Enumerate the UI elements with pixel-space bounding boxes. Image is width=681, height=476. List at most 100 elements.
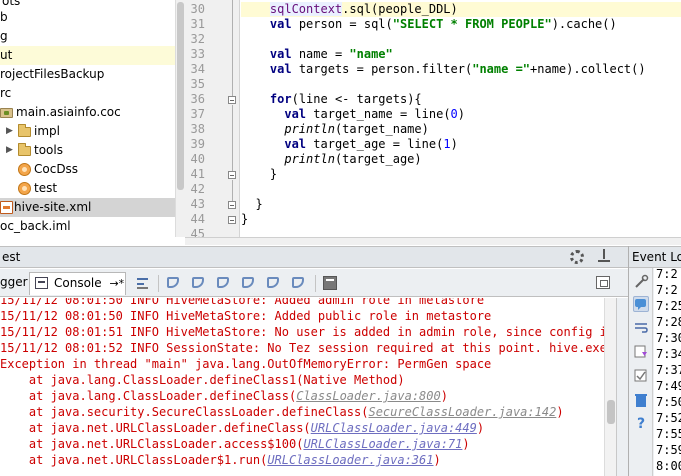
code-line[interactable]: println(target_age): [241, 152, 681, 167]
event-time[interactable]: 7:30: [656, 331, 681, 346]
tree-item[interactable]: g: [0, 27, 175, 46]
toolbar-separator: [315, 275, 316, 292]
step-into-icon[interactable]: [192, 277, 204, 288]
event-log-toolbar: ?: [629, 268, 653, 476]
tree-item-label: main.asiainfo.coc: [16, 105, 121, 119]
code-line[interactable]: val name = "name": [241, 47, 681, 62]
tree-item-cocdss[interactable]: CocDss: [0, 160, 175, 179]
console-line: 15/11/12 08:01:52 INFO SessionState: No …: [0, 341, 604, 355]
code-token: println: [284, 152, 335, 166]
force-step-into-icon[interactable]: [217, 277, 229, 288]
code-token: }: [255, 197, 263, 211]
stack-text: ): [433, 453, 441, 467]
console-scroll-thumb[interactable]: [607, 400, 615, 424]
stack-text: at java.lang.ClassLoader.defineClass(: [0, 389, 297, 403]
code-token: target_age = line(: [306, 137, 444, 151]
source-link[interactable]: URLClassLoader.java:361: [267, 453, 433, 467]
code-line[interactable]: val target_age = line(1): [241, 137, 681, 152]
event-log-entries[interactable]: 7:2 7:2 7:25 7:28 7:30 7:34 7:37 7:49 7:…: [654, 268, 681, 476]
chevron-right-icon[interactable]: ▶: [6, 141, 13, 160]
soft-wrap-icon[interactable]: [633, 320, 649, 336]
hide-panel-icon[interactable]: [598, 249, 610, 264]
tree-item[interactable]: b: [0, 8, 175, 27]
fold-collapse-icon[interactable]: [228, 201, 236, 209]
source-link[interactable]: SecureClassLoader.java:142: [368, 405, 556, 419]
code-line[interactable]: val person = sql("SELECT * FROM PEOPLE")…: [241, 17, 681, 32]
tab-debugger[interactable]: gger: [0, 272, 28, 295]
settings-icon[interactable]: [633, 274, 649, 290]
tree-item-main-package[interactable]: main.asiainfo.coc: [0, 103, 175, 122]
stack-text: at java.net.URLClassLoader.access$100(: [0, 437, 304, 451]
tree-item-hive-site[interactable]: hive-site.xml: [0, 198, 175, 217]
code-line[interactable]: }: [241, 167, 681, 182]
code-token: println: [284, 122, 335, 136]
tree-item-tools[interactable]: ▶ tools: [0, 141, 175, 160]
tree-item[interactable]: rojectFilesBackup: [0, 65, 175, 84]
code-token: for: [269, 92, 292, 106]
code-token: }: [269, 167, 278, 181]
code-line[interactable]: }: [241, 197, 681, 212]
event-time[interactable]: 7:55: [656, 427, 681, 442]
event-time[interactable]: 7:2: [656, 268, 678, 282]
event-time[interactable]: 7:52: [656, 411, 681, 426]
fold-collapse-icon[interactable]: [228, 96, 236, 104]
event-time[interactable]: 7:50: [656, 395, 681, 410]
tree-item-label: CocDss: [34, 162, 79, 176]
tree-scrollbar[interactable]: [175, 0, 185, 237]
code-line[interactable]: sqlContext.sql(people_DDL): [241, 2, 681, 17]
console-line: at java.lang.ClassLoader.defineClass1(Na…: [0, 373, 405, 387]
gear-icon[interactable]: [570, 250, 584, 264]
tree-scroll-thumb[interactable]: [177, 2, 184, 190]
code-line[interactable]: val targets = person.filter("name ="+nam…: [241, 62, 681, 77]
mark-read-icon[interactable]: [633, 368, 649, 384]
run-to-cursor-icon[interactable]: [292, 277, 304, 288]
balloon-icon[interactable]: [633, 296, 649, 312]
source-link[interactable]: ClassLoader.java:800: [296, 389, 441, 403]
tree-item[interactable]: rc: [0, 84, 175, 103]
code-token: val: [284, 107, 307, 121]
tab-console[interactable]: Console →*: [29, 272, 126, 295]
console-output[interactable]: 15/11/12 08:01:50 INFO HiveMetaStore: Ad…: [0, 298, 604, 476]
tree-item-label: g: [0, 29, 8, 43]
drop-frame-icon[interactable]: [267, 277, 279, 288]
tree-item[interactable]: ut: [0, 46, 175, 65]
console-stack-line: at java.lang.ClassLoader.defineClass(Cla…: [0, 389, 604, 404]
step-over-icon[interactable]: [167, 277, 179, 288]
console-scrollbar[interactable]: [604, 298, 616, 476]
show-execution-point-icon[interactable]: [135, 275, 151, 291]
event-time[interactable]: 7:37: [656, 363, 681, 378]
code-line[interactable]: println(target_name): [241, 122, 681, 137]
restore-layout-icon[interactable]: [596, 276, 610, 289]
trash-icon[interactable]: [633, 392, 649, 408]
tree-item-impl[interactable]: ▶ impl: [0, 122, 175, 141]
fold-collapse-icon[interactable]: [228, 216, 236, 224]
editor-horizontal-scrollbar[interactable]: [185, 237, 681, 245]
code-token: .sql(people_DDL): [342, 2, 458, 16]
console-line: Exception in thread "main" java.lang.Out…: [0, 357, 492, 371]
line-number: 37: [190, 107, 205, 121]
code-editor[interactable]: sqlContext.sql(people_DDL) val person = …: [241, 0, 681, 237]
code-line[interactable]: val target_name = line(0): [241, 107, 681, 122]
scroll-to-end-icon[interactable]: [633, 344, 649, 360]
project-tree[interactable]: ots b g ut rojectFilesBackup rc main.asi…: [0, 0, 175, 237]
code-line[interactable]: }: [241, 212, 681, 227]
code-token: ): [457, 107, 466, 121]
source-link[interactable]: URLClassLoader.java:71: [303, 437, 462, 451]
event-time[interactable]: 7:25: [656, 299, 681, 314]
code-line[interactable]: for(line <- targets){: [241, 92, 681, 107]
event-time[interactable]: 7:28: [656, 315, 681, 330]
evaluate-expression-icon[interactable]: [323, 276, 337, 290]
event-time[interactable]: 7:34: [656, 347, 681, 362]
event-time[interactable]: 8:00: [656, 459, 681, 474]
event-time[interactable]: 7:59: [656, 443, 681, 458]
tree-item-test[interactable]: test: [0, 179, 175, 198]
step-out-icon[interactable]: [242, 277, 254, 288]
fold-collapse-icon[interactable]: [228, 171, 236, 179]
console-line: 15/11/12 08:01:50 INFO HiveMetaStore: Ad…: [0, 309, 492, 323]
source-link[interactable]: URLClassLoader.java:449: [311, 421, 477, 435]
event-time[interactable]: 7:49: [656, 379, 681, 394]
chevron-right-icon[interactable]: ▶: [6, 122, 13, 141]
tree-item-iml[interactable]: oc_back.iml: [0, 217, 175, 236]
event-time[interactable]: 7:2: [656, 283, 678, 298]
help-icon[interactable]: ?: [633, 416, 649, 432]
